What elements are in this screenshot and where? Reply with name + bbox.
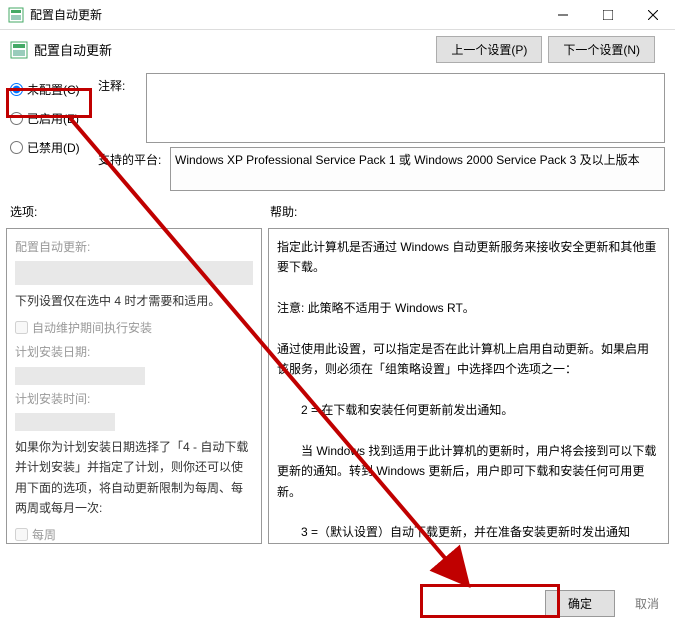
help-p2: 注意: 此策略不适用于 Windows RT。 [277, 298, 660, 318]
config-area: 未配置(C) 已启用(E) 已禁用(D) 注释: 支持的平台: Windows … [0, 69, 675, 199]
radio-disabled-input[interactable] [10, 141, 23, 154]
policy-icon [10, 41, 28, 59]
options-note: 下列设置仅在选中 4 时才需要和适用。 [15, 291, 253, 311]
next-setting-button[interactable]: 下一个设置(N) [548, 36, 655, 63]
section-labels: 选项: 帮助: [0, 199, 675, 224]
sched-time-disabled [15, 413, 115, 431]
radio-enabled[interactable]: 已启用(E) [10, 110, 90, 127]
chk-maint-label: 自动维护期间执行安装 [32, 318, 152, 338]
header-row: 配置自动更新 上一个设置(P) 下一个设置(N) [0, 30, 675, 69]
help-p3: 通过使用此设置，可以指定是否在此计算机上启用自动更新。如果启用该服务，则必须在「… [277, 339, 660, 380]
nav-buttons: 上一个设置(P) 下一个设置(N) [436, 36, 655, 63]
panels-row: 配置自动更新: 下列设置仅在选中 4 时才需要和适用。 自动维护期间执行安装 计… [0, 224, 675, 544]
help-p5: 当 Windows 找到适用于此计算机的更新时，用户将会接到可以下载更新的通知。… [277, 441, 660, 502]
platform-value: Windows XP Professional Service Pack 1 或… [170, 147, 665, 191]
chk-week: 每周 [15, 525, 253, 544]
minimize-icon [558, 10, 568, 20]
titlebar-title: 配置自动更新 [30, 6, 540, 23]
radio-not-configured[interactable]: 未配置(C) [10, 81, 90, 98]
radio-not-configured-label: 未配置(C) [27, 81, 80, 98]
options-panel[interactable]: 配置自动更新: 下列设置仅在选中 4 时才需要和适用。 自动维护期间执行安装 计… [6, 228, 262, 544]
chk-maint: 自动维护期间执行安装 [15, 318, 253, 338]
options-label: 选项: [10, 203, 270, 220]
annotation-box-ok [420, 584, 560, 618]
radio-not-configured-input[interactable] [10, 83, 23, 96]
maximize-button[interactable] [585, 0, 630, 30]
titlebar: 配置自动更新 [0, 0, 675, 30]
app-icon [8, 7, 24, 23]
chk-maint-input [15, 321, 28, 334]
comment-row: 注释: [98, 73, 665, 143]
close-icon [648, 10, 658, 20]
help-p1: 指定此计算机是否通过 Windows 自动更新服务来接收安全更新和其他重要下载。 [277, 237, 660, 278]
help-p4: 2 = 在下载和安装任何更新前发出通知。 [277, 400, 660, 420]
options-heading: 配置自动更新: [15, 237, 253, 257]
minimize-button[interactable] [540, 0, 585, 30]
sched-date-disabled [15, 367, 145, 385]
ok-button[interactable]: 确定 [545, 590, 615, 617]
radio-disabled[interactable]: 已禁用(D) [10, 139, 90, 156]
footer: 确定 取消 [545, 590, 659, 617]
radio-enabled-label: 已启用(E) [27, 110, 79, 127]
radio-disabled-label: 已禁用(D) [27, 139, 80, 156]
sched-time-label: 计划安装时间: [15, 389, 253, 409]
cancel-button[interactable]: 取消 [635, 595, 659, 612]
page-title: 配置自动更新 [34, 40, 436, 59]
window-controls [540, 0, 675, 30]
radio-column: 未配置(C) 已启用(E) 已禁用(D) [10, 73, 90, 191]
help-label: 帮助: [270, 203, 665, 220]
chk-week-label: 每周 [32, 525, 56, 544]
comment-column: 注释: 支持的平台: Windows XP Professional Servi… [98, 73, 665, 191]
radio-enabled-input[interactable] [10, 112, 23, 125]
comment-input[interactable] [146, 73, 665, 143]
sched-date-label: 计划安装日期: [15, 342, 253, 362]
platform-row: 支持的平台: Windows XP Professional Service P… [98, 147, 665, 191]
options-para: 如果你为计划安装日期选择了「4 - 自动下载并计划安装」并指定了计划，则你还可以… [15, 437, 253, 519]
options-dropdown-disabled [15, 261, 253, 285]
close-button[interactable] [630, 0, 675, 30]
comment-label: 注释: [98, 73, 138, 94]
prev-setting-button[interactable]: 上一个设置(P) [436, 36, 542, 63]
maximize-icon [603, 10, 613, 20]
help-p6: 3 =（默认设置）自动下载更新，并在准备安装更新时发出通知 [277, 522, 660, 542]
platform-label: 支持的平台: [98, 147, 162, 168]
help-panel[interactable]: 指定此计算机是否通过 Windows 自动更新服务来接收安全更新和其他重要下载。… [268, 228, 669, 544]
chk-week-input [15, 528, 28, 541]
